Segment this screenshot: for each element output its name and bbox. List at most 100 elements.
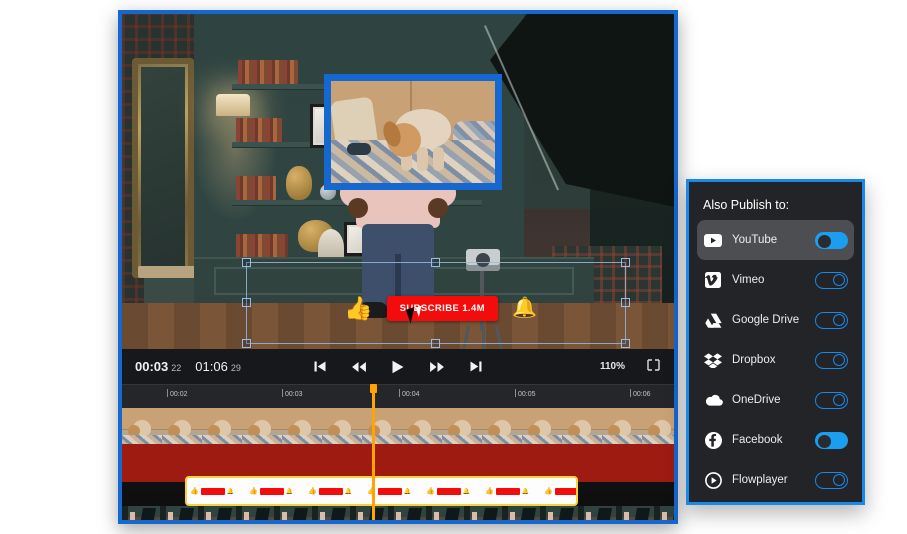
filmstrip-thumbnail: [198, 506, 236, 524]
filmstrip-thumbnail: [540, 506, 578, 524]
publish-row-label: YouTube: [732, 234, 815, 246]
publish-toggle-onedrive[interactable]: [815, 392, 848, 409]
filmstrip-thumbnail: [464, 506, 502, 524]
resize-handle[interactable]: [621, 258, 630, 267]
resize-handle[interactable]: [621, 339, 630, 348]
google-drive-icon: [703, 310, 723, 330]
play-button[interactable]: [392, 360, 405, 374]
filmstrip-thumbnail: [642, 408, 674, 444]
filmstrip-thumbnail: [202, 408, 242, 444]
resize-handle[interactable]: [242, 339, 251, 348]
current-timecode: 00:03 22: [135, 359, 181, 374]
filmstrip-thumbnail: [122, 408, 162, 444]
facebook-icon: [703, 430, 723, 450]
timeline-playhead[interactable]: [372, 384, 375, 524]
rewind-button[interactable]: [352, 361, 367, 373]
subscribe-overlay-group[interactable]: 👍 SUBSCRIBE 1.4M 🔔: [344, 292, 534, 324]
filmstrip-thumbnail: [122, 506, 160, 524]
resize-handle[interactable]: [431, 258, 440, 267]
timeline-tracks[interactable]: 👍🔔👍🔔👍🔔👍🔔👍🔔👍🔔👍🔔: [122, 408, 674, 524]
publish-row-label: Flowplayer: [732, 474, 815, 486]
flowplayer-icon: [703, 470, 723, 490]
resize-handle[interactable]: [242, 298, 251, 307]
filmstrip-thumbnail: [282, 408, 322, 444]
dog-subject: [387, 105, 453, 173]
publish-row-label: OneDrive: [732, 394, 815, 406]
publish-toggle-facebook[interactable]: [815, 432, 848, 449]
resize-handle[interactable]: [242, 258, 251, 267]
video-editor-window: 👍 SUBSCRIBE 1.4M 🔔: [118, 10, 678, 524]
publish-toggle-vimeo[interactable]: [815, 272, 848, 289]
thumbs-up-icon: 👍: [344, 297, 373, 320]
fullscreen-icon[interactable]: [647, 358, 660, 376]
wall-sconce-lamp: [216, 94, 250, 116]
vimeo-icon: [703, 270, 723, 290]
clip-thumbnail: 👍🔔: [423, 478, 482, 504]
publish-toggle-dropbox[interactable]: [815, 352, 848, 369]
filmstrip-thumbnail: [562, 408, 602, 444]
filmstrip-thumbnail: [350, 506, 388, 524]
mouse-cursor: [406, 307, 419, 324]
timeline-track-main-video[interactable]: [122, 506, 674, 524]
publish-destination-list: YouTube VimeoGoogle Drive Dropbox OneDrive F…: [689, 220, 862, 500]
filmstrip-thumbnail: [242, 408, 282, 444]
books: [236, 234, 288, 258]
filmstrip-thumbnail: [322, 408, 362, 444]
zoom-level-label[interactable]: 110%: [600, 361, 625, 372]
clip-thumbnail: 👍🔔: [482, 478, 541, 504]
publish-toggle-google-drive[interactable]: [815, 312, 848, 329]
filmstrip-thumbnail: [362, 408, 402, 444]
jump-to-start-button[interactable]: [314, 360, 327, 373]
filmstrip-thumbnail: [160, 506, 198, 524]
publish-row-onedrive[interactable]: OneDrive: [697, 380, 854, 420]
ruler-tick-label: 00:04: [402, 391, 420, 398]
publish-row-flowplayer[interactable]: Flowplayer: [697, 460, 854, 500]
onedrive-icon: [703, 390, 723, 410]
selected-overlay-clip[interactable]: 👍🔔👍🔔👍🔔👍🔔👍🔔👍🔔👍🔔: [185, 476, 578, 506]
fast-forward-button[interactable]: [430, 361, 445, 373]
total-timecode: 01:06 29: [195, 359, 241, 374]
filmstrip-thumbnail: [274, 506, 312, 524]
dropbox-icon: [703, 350, 723, 370]
screenshot-root: 👍 SUBSCRIBE 1.4M 🔔: [0, 0, 907, 534]
total-time-value: 01:06: [195, 359, 228, 374]
playhead-handle[interactable]: [370, 384, 377, 393]
filmstrip-thumbnail: [502, 506, 540, 524]
jump-to-end-button[interactable]: [470, 360, 483, 373]
notification-bell-icon: 🔔: [512, 298, 537, 318]
ruler-tick-label: 00:03: [285, 391, 303, 398]
filmstrip-thumbnail: [482, 408, 522, 444]
filmstrip-thumbnail: [578, 506, 616, 524]
subscribe-button[interactable]: SUBSCRIBE 1.4M: [387, 296, 498, 321]
publish-row-vimeo[interactable]: Vimeo: [697, 260, 854, 300]
side-table: [138, 266, 202, 278]
filmstrip-thumbnail: [602, 408, 642, 444]
player-transport-bar: 00:03 22 01:06 29: [122, 349, 674, 384]
clip-thumbnail: 👍🔔: [541, 478, 578, 504]
video-preview[interactable]: 👍 SUBSCRIBE 1.4M 🔔: [122, 14, 674, 349]
publish-toggle-flowplayer[interactable]: [815, 472, 848, 489]
publish-row-dropbox[interactable]: Dropbox: [697, 340, 854, 380]
timeline-track-pip-clip[interactable]: [122, 408, 674, 444]
filmstrip-thumbnail: [388, 506, 426, 524]
publish-row-label: Dropbox: [732, 354, 815, 366]
filmstrip-thumbnail: [442, 408, 482, 444]
publish-row-facebook[interactable]: Facebook: [697, 420, 854, 460]
picture-in-picture-overlay[interactable]: [324, 74, 502, 190]
ruler-tick-label: 00:05: [518, 391, 536, 398]
resize-handle[interactable]: [431, 339, 440, 348]
transport-right-group: 110%: [600, 358, 660, 376]
timeline-ruler[interactable]: 00:02 00:03 00:04 00:05 00:06: [122, 384, 674, 409]
mirror-decor: [132, 58, 194, 278]
filmstrip-thumbnail: [654, 506, 674, 524]
ruler-tick-label: 00:06: [633, 391, 651, 398]
publish-row-google-drive[interactable]: Google Drive: [697, 300, 854, 340]
filmstrip-thumbnail: [426, 506, 464, 524]
books: [236, 176, 276, 200]
current-time-value: 00:03: [135, 359, 168, 374]
publish-row-youtube[interactable]: YouTube: [697, 220, 854, 260]
publish-toggle-youtube[interactable]: [815, 232, 848, 249]
filmstrip-thumbnail: [402, 408, 442, 444]
resize-handle[interactable]: [621, 298, 630, 307]
filmstrip-thumbnail: [616, 506, 654, 524]
